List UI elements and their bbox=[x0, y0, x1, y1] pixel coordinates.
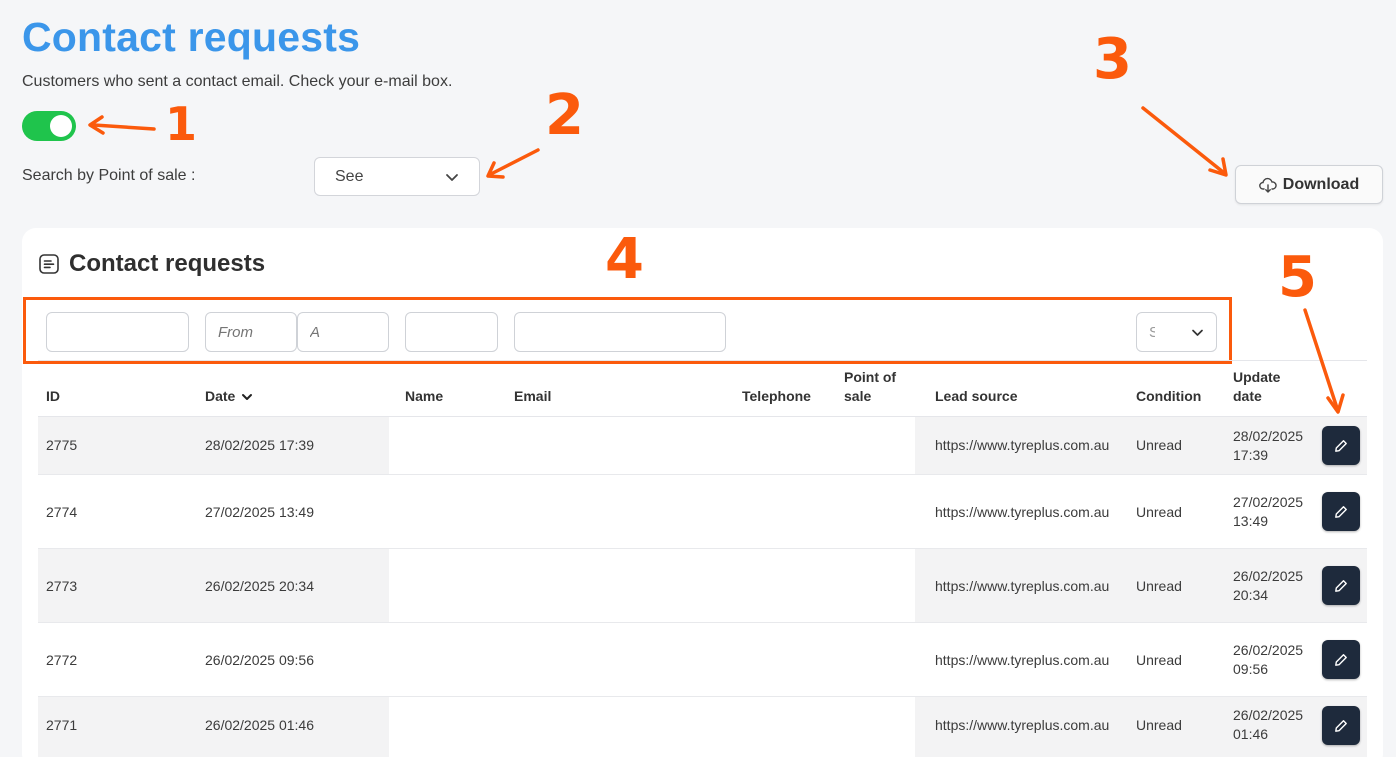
edit-button[interactable] bbox=[1322, 566, 1360, 605]
annotation-arrow-1 bbox=[88, 115, 156, 135]
cell-update-time: 13:49 bbox=[1233, 513, 1269, 529]
cell-update-time: 17:39 bbox=[1233, 447, 1269, 463]
cell-update-date: 28/02/2025 17:39 bbox=[1233, 427, 1303, 465]
page-title: Contact requests bbox=[22, 14, 361, 60]
table-row[interactable]: 2775 28/02/2025 17:39 https://www.tyrepl… bbox=[38, 417, 1367, 475]
edit-button[interactable] bbox=[1322, 640, 1360, 679]
filter-condition-select[interactable]: S bbox=[1136, 312, 1217, 352]
filter-email-input[interactable] bbox=[514, 312, 726, 352]
filter-id-input[interactable] bbox=[46, 312, 189, 352]
cell-id: 2772 bbox=[46, 652, 78, 668]
column-header-pos-line1: Point of bbox=[844, 369, 897, 385]
edit-button[interactable] bbox=[1322, 426, 1360, 465]
cell-id: 2774 bbox=[46, 504, 78, 520]
cell-lead-source: https://www.tyreplus.com.au bbox=[935, 652, 1110, 668]
pencil-icon bbox=[1335, 653, 1347, 666]
annotation-number-3: 3 bbox=[1093, 27, 1132, 92]
pencil-icon bbox=[1335, 719, 1347, 732]
annotation-number-5: 5 bbox=[1278, 245, 1317, 310]
filter-name-input[interactable] bbox=[405, 312, 498, 352]
table-row[interactable]: 2771 26/02/2025 01:46 https://www.tyrepl… bbox=[38, 697, 1367, 757]
cell-update-date: 27/02/2025 13:49 bbox=[1233, 493, 1303, 531]
column-header-point-of-sale: Point of sale bbox=[844, 368, 896, 406]
download-button[interactable]: Download bbox=[1235, 165, 1383, 204]
annotation-arrow-3 bbox=[1141, 106, 1228, 177]
pencil-icon bbox=[1335, 439, 1347, 452]
cell-id: 2773 bbox=[46, 578, 78, 594]
pencil-icon bbox=[1335, 505, 1347, 518]
table-header-row: ID Date Name Email Telephone Point of sa… bbox=[38, 360, 1367, 417]
cell-update-day: 26/02/2025 bbox=[1233, 707, 1304, 723]
contact-requests-table: ID Date Name Email Telephone Point of sa… bbox=[38, 360, 1367, 757]
toggle-knob bbox=[50, 115, 72, 137]
cloud-download-icon bbox=[1258, 177, 1277, 193]
cell-date: 26/02/2025 09:56 bbox=[205, 652, 314, 668]
table-row[interactable]: 2773 26/02/2025 20:34 https://www.tyrepl… bbox=[38, 549, 1367, 623]
column-header-update-date: Update date bbox=[1233, 368, 1280, 406]
filter-date-to-input[interactable] bbox=[297, 312, 389, 352]
column-header-date[interactable]: Date bbox=[205, 387, 253, 406]
cell-update-date: 26/02/2025 20:34 bbox=[1233, 567, 1303, 605]
column-header-lead-source: Lead source bbox=[935, 388, 1018, 404]
table-row[interactable]: 2774 27/02/2025 13:49 https://www.tyrepl… bbox=[38, 475, 1367, 549]
cell-update-time: 20:34 bbox=[1233, 587, 1269, 603]
filter-condition-select-value: S bbox=[1149, 323, 1155, 341]
filter-date-from-input[interactable] bbox=[205, 312, 297, 352]
point-of-sale-select[interactable]: See bbox=[314, 157, 480, 196]
download-button-label: Download bbox=[1282, 175, 1360, 193]
cell-date: 28/02/2025 17:39 bbox=[205, 437, 314, 453]
cell-condition: Unread bbox=[1136, 437, 1182, 453]
chevron-down-icon bbox=[1192, 329, 1203, 336]
cell-id: 2771 bbox=[46, 717, 78, 733]
column-header-pos-line2: sale bbox=[844, 388, 872, 404]
contact-requests-card: Contact requests S ID Date Name Email Te… bbox=[22, 228, 1383, 757]
cell-update-date: 26/02/2025 09:56 bbox=[1233, 641, 1303, 679]
cell-lead-source: https://www.tyreplus.com.au bbox=[935, 578, 1110, 594]
document-list-icon bbox=[39, 254, 59, 274]
chevron-down-icon bbox=[242, 393, 253, 400]
column-header-telephone: Telephone bbox=[742, 388, 811, 404]
column-header-date-label: Date bbox=[205, 388, 236, 404]
annotation-number-4: 4 bbox=[605, 227, 644, 292]
card-title: Contact requests bbox=[69, 250, 266, 277]
edit-button[interactable] bbox=[1322, 492, 1360, 531]
annotation-number-1: 1 bbox=[165, 97, 198, 151]
cell-update-day: 26/02/2025 bbox=[1233, 642, 1304, 658]
table-row[interactable]: 2772 26/02/2025 09:56 https://www.tyrepl… bbox=[38, 623, 1367, 697]
search-pos-label: Search by Point of sale : bbox=[22, 167, 196, 184]
cell-condition: Unread bbox=[1136, 578, 1182, 594]
edit-button[interactable] bbox=[1322, 706, 1360, 745]
point-of-sale-select-value: See bbox=[335, 167, 364, 185]
cell-condition: Unread bbox=[1136, 652, 1182, 668]
column-header-update-line2: date bbox=[1233, 388, 1262, 404]
column-header-id: ID bbox=[46, 388, 60, 404]
cell-lead-source: https://www.tyreplus.com.au bbox=[935, 504, 1110, 520]
cell-id: 2775 bbox=[46, 437, 78, 453]
cell-update-day: 26/02/2025 bbox=[1233, 568, 1304, 584]
column-header-name: Name bbox=[405, 388, 444, 404]
pencil-icon bbox=[1335, 579, 1347, 592]
cell-date: 26/02/2025 01:46 bbox=[205, 717, 314, 733]
status-toggle[interactable] bbox=[22, 111, 76, 141]
cell-lead-source: https://www.tyreplus.com.au bbox=[935, 717, 1110, 733]
column-header-email: Email bbox=[514, 388, 552, 404]
annotation-number-2: 2 bbox=[545, 83, 584, 148]
column-header-update-line1: Update bbox=[1233, 369, 1281, 385]
cell-update-day: 27/02/2025 bbox=[1233, 494, 1304, 510]
column-header-condition: Condition bbox=[1136, 388, 1202, 404]
cell-date: 27/02/2025 13:49 bbox=[205, 504, 314, 520]
cell-update-date: 26/02/2025 01:46 bbox=[1233, 706, 1303, 744]
chevron-down-icon bbox=[446, 173, 458, 181]
cell-condition: Unread bbox=[1136, 504, 1182, 520]
page-subtitle: Customers who sent a contact email. Chec… bbox=[22, 73, 453, 90]
card-header: Contact requests bbox=[38, 250, 265, 278]
cell-condition: Unread bbox=[1136, 717, 1182, 733]
cell-update-day: 28/02/2025 bbox=[1233, 428, 1304, 444]
cell-update-time: 01:46 bbox=[1233, 726, 1269, 742]
cell-lead-source: https://www.tyreplus.com.au bbox=[935, 437, 1110, 453]
cell-update-time: 09:56 bbox=[1233, 661, 1269, 677]
annotation-arrow-2 bbox=[486, 148, 540, 179]
cell-date: 26/02/2025 20:34 bbox=[205, 578, 314, 594]
